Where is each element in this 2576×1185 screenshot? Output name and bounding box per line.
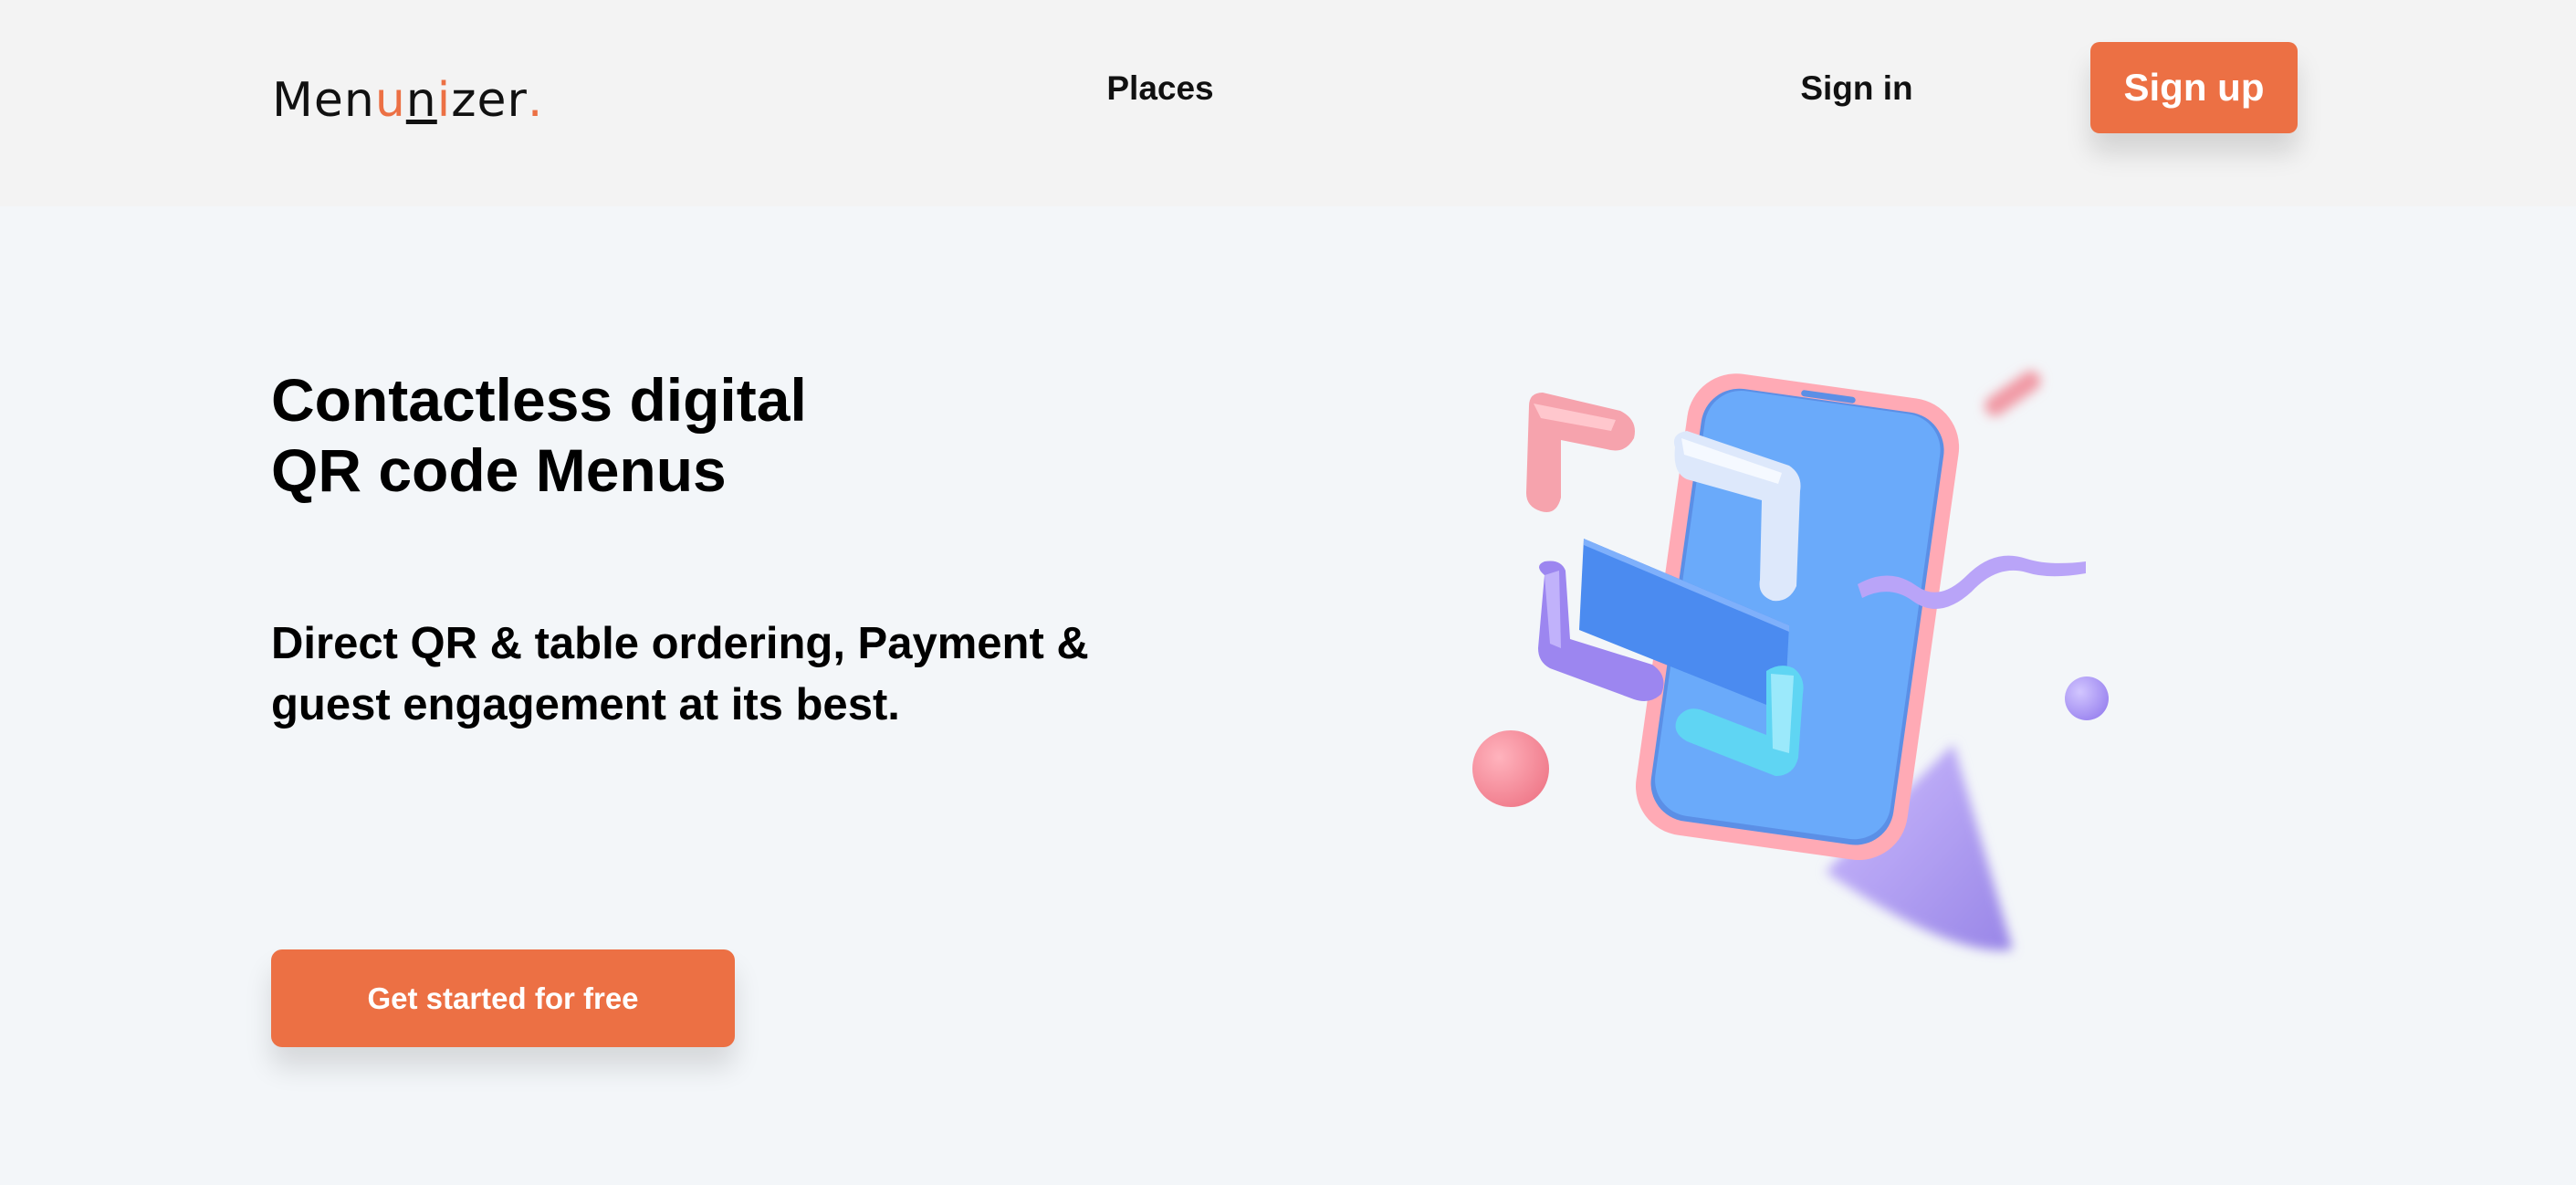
top-navbar: Men u n i zer. Places Sign in Sign up — [0, 0, 2576, 206]
pink-ball-shape — [1472, 730, 1549, 807]
logo-dot: . — [527, 73, 544, 128]
logo-letter-i: i — [436, 73, 452, 128]
hero-subtitle-line-2: guest engagement at its best. — [271, 680, 900, 729]
logo-letter-u: u — [374, 73, 406, 128]
hero-title-line-2: QR code Menus — [271, 436, 727, 504]
nav-link-sign-in[interactable]: Sign in — [1771, 66, 1942, 111]
hero-title: Contactless digital QR code Menus — [271, 365, 1093, 506]
pink-corner-shape — [1526, 393, 1635, 512]
purple-ball-shape — [2065, 676, 2109, 720]
hero-subtitle-line-1: Direct QR & table ordering, Payment & — [271, 619, 1089, 668]
stick-shape — [1984, 371, 2041, 416]
logo-letter-n: n — [405, 73, 437, 128]
phone-with-qr-shapes-illustration — [1442, 347, 2154, 986]
sign-up-button[interactable]: Sign up — [2090, 42, 2298, 133]
logo-text-suffix: zer — [451, 73, 528, 128]
nav-link-places[interactable]: Places — [1059, 66, 1262, 111]
hero-title-line-1: Contactless digital — [271, 366, 807, 434]
logo-text-prefix: Men — [272, 73, 375, 128]
hero-subtitle: Direct QR & table ordering, Payment & gu… — [271, 613, 1184, 736]
get-started-button[interactable]: Get started for free — [271, 949, 735, 1047]
menunizer-logo[interactable]: Men u n i zer. — [272, 60, 543, 128]
